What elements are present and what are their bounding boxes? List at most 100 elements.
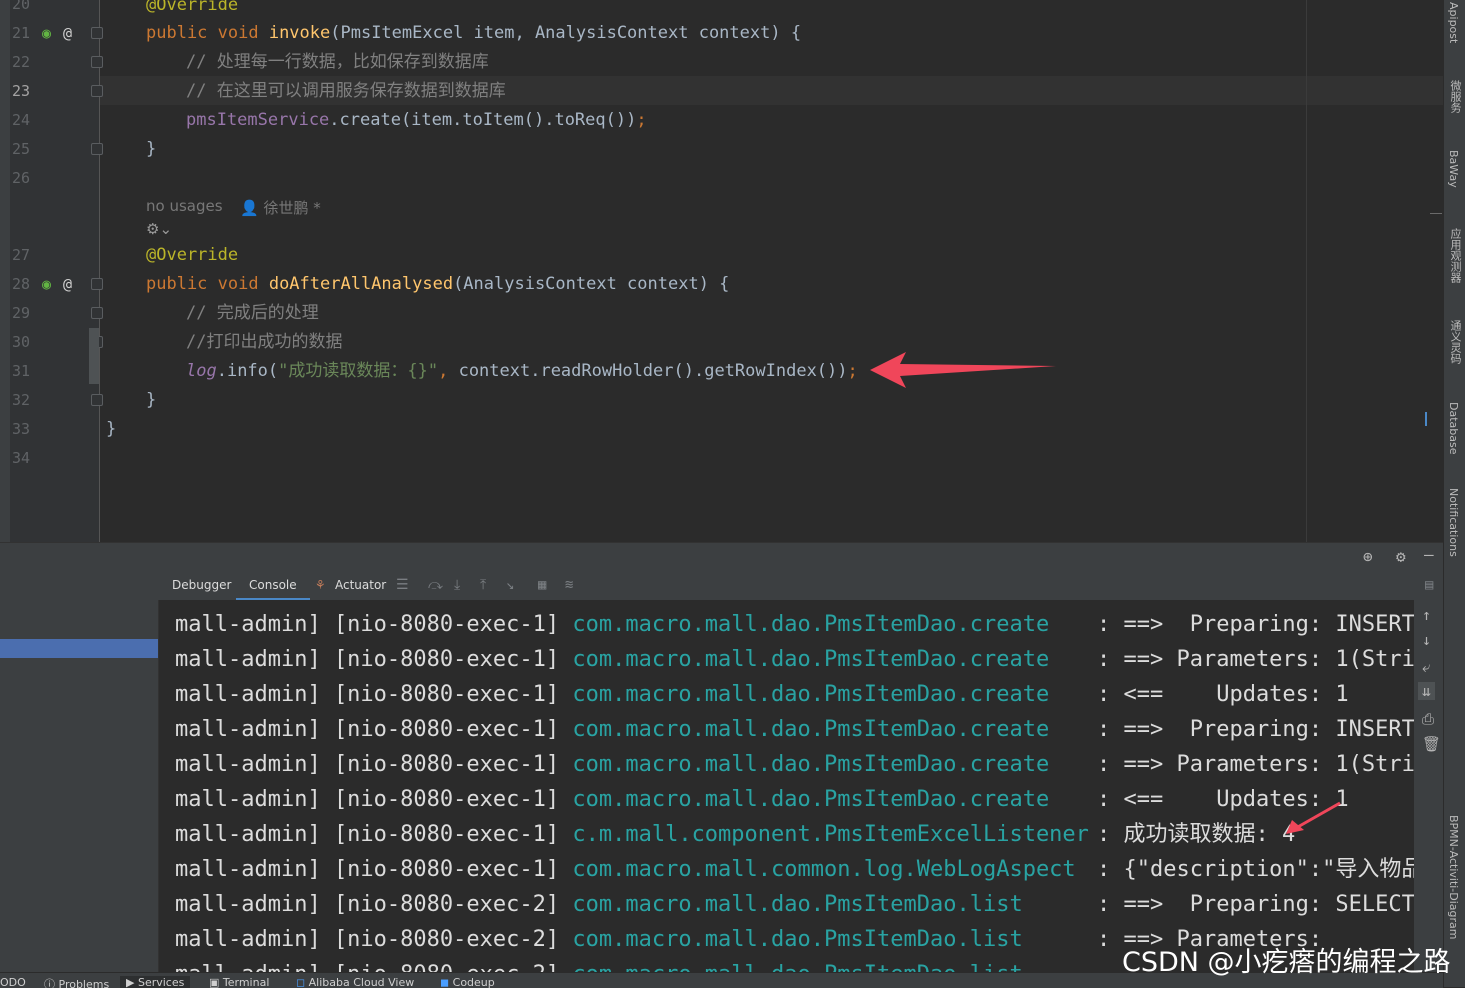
tool-alibaba-cloud[interactable]: ◻ Alibaba Cloud View (296, 976, 414, 988)
change-marker (89, 328, 99, 384)
tool-problems[interactable]: ⓘ Problems (44, 976, 109, 988)
tab-debugger[interactable]: Debugger (172, 570, 231, 600)
implements-method-icon[interactable]: ◉ (42, 23, 51, 43)
log-line: mall-admin] [nio-8080-exec-2] com.macro.… (175, 925, 1023, 955)
globe-icon[interactable]: ⊕ (1363, 547, 1373, 566)
arrow-up-icon[interactable]: ↑ (1422, 606, 1431, 624)
log-logger[interactable]: c.m.mall.component.PmsItemExcelListener (572, 822, 1089, 847)
log-logger[interactable]: com.macro.mall.dao.PmsItemDao.list (572, 892, 1022, 917)
fold-marker[interactable] (91, 307, 103, 319)
evaluate-icon[interactable]: ▦ (538, 576, 546, 594)
trace-icon[interactable]: ≋ (565, 576, 573, 594)
log-message: : ==> Parameters: 1(Strin (1097, 752, 1414, 777)
line-number: 34 (12, 449, 31, 467)
scroll-to-end-icon[interactable]: ⇊ (1418, 682, 1436, 700)
selected-service-row[interactable] (0, 639, 158, 658)
tool-todo[interactable]: ODO (0, 976, 26, 988)
tool-terminal[interactable]: ▣ Terminal (209, 976, 269, 988)
log-logger[interactable]: com.macro.mall.dao.PmsItemDao.create (572, 612, 1049, 637)
tab-actuator[interactable]: Actuator (335, 570, 386, 600)
fold-marker[interactable] (91, 85, 103, 97)
line-number: 32 (12, 391, 31, 409)
line-number: 20 (12, 0, 31, 13)
log-logger[interactable]: com.macro.mall.dao.PmsItemDao.list (572, 962, 1022, 972)
line-number: 29 (12, 304, 31, 322)
author-hint[interactable]: 👤 徐世鹏 * (240, 197, 321, 218)
gear-icon[interactable]: ⚙ (1396, 547, 1406, 566)
tool-tab-notifications[interactable]: Notifications (1447, 488, 1460, 557)
fold-marker[interactable] (91, 56, 103, 68)
arrow-down-icon[interactable]: ↓ (1422, 631, 1431, 649)
console-output[interactable]: mall-admin] [nio-8080-exec-1] com.macro.… (159, 600, 1414, 972)
log-line: mall-admin] [nio-8080-exec-1] com.macro.… (175, 680, 1049, 710)
log-line: mall-admin] [nio-8080-exec-2] com.macro.… (175, 890, 1023, 920)
comma: , (438, 361, 459, 381)
menu-icon[interactable]: ☰ (396, 576, 409, 594)
fold-marker[interactable] (91, 143, 103, 155)
log-logger[interactable]: com.macro.mall.dao.PmsItemDao.create (572, 752, 1049, 777)
tool-tab-app-observer[interactable]: 应用观测器 (1447, 228, 1463, 283)
tool-codeup[interactable]: ◼ Codeup (440, 976, 495, 988)
minimize-icon[interactable]: — (1424, 545, 1434, 564)
log-line: mall-admin] [nio-8080-exec-1] com.macro.… (175, 715, 1049, 745)
services-tree[interactable] (0, 600, 159, 972)
log-logger[interactable]: com.macro.mall.dao.PmsItemDao.list (572, 927, 1022, 952)
user-icon: 👤 (240, 199, 259, 217)
step-over-icon[interactable]: ⤼ (428, 576, 443, 594)
code-line-27: @Override (146, 245, 239, 265)
ai-inline-icon[interactable]: ⚙⌄ (146, 220, 172, 238)
semicolon: ; (847, 361, 858, 381)
log-logger[interactable]: com.macro.mall.dao.PmsItemDao.create (572, 717, 1049, 742)
annotation-icon[interactable]: @ (63, 23, 72, 43)
line-number: 27 (12, 246, 31, 264)
fold-marker[interactable] (91, 27, 103, 39)
tool-tab-database[interactable]: Database (1447, 402, 1460, 455)
method-signature: (AnalysisContext context) { (453, 274, 730, 294)
tool-services[interactable]: ▶ Services (120, 976, 191, 988)
trash-icon[interactable]: 🗑 (1422, 735, 1441, 753)
layout-icon[interactable]: ▤ (1425, 576, 1433, 594)
call-args: context.readRowHolder().getRowIndex()) (458, 361, 848, 381)
tool-tab-microservice[interactable]: 微服务 (1447, 80, 1463, 113)
run-to-cursor-icon[interactable]: ↘ (506, 576, 514, 594)
log-message: : <== Updates: 1 (1097, 682, 1349, 707)
scroll-marker (1425, 412, 1427, 426)
log-line: mall-admin] [nio-8080-exec-1] com.macro.… (175, 855, 1076, 885)
log-message: : {"description":"导入物品 (1097, 857, 1414, 882)
log-line: mall-admin] [nio-8080-exec-1] com.macro.… (175, 785, 1049, 815)
step-out-icon[interactable]: ⤒ (480, 576, 486, 594)
tab-console[interactable]: Console (236, 570, 310, 600)
step-into-icon[interactable]: ⤓ (454, 576, 460, 594)
log-app: mall-admin] [nio-8080-exec-2] (175, 927, 573, 952)
tool-tab-apipost[interactable]: Apipost (1447, 2, 1460, 43)
log-app: mall-admin] [nio-8080-exec-1] (175, 612, 573, 637)
tool-tab-baway[interactable]: BaWay (1447, 150, 1460, 188)
print-icon[interactable]: ⎙ (1422, 710, 1434, 728)
log-line: mall-admin] [nio-8080-exec-1] c.m.mall.c… (175, 820, 1089, 850)
method-name: doAfterAllAnalysed (268, 274, 454, 294)
log-logger[interactable]: com.macro.mall.dao.PmsItemDao.create (572, 787, 1049, 812)
log-app: mall-admin] [nio-8080-exec-2] (175, 892, 573, 917)
right-margin-guide (1306, 0, 1307, 542)
code-editor[interactable]: 20 21 22 23 24 25 26 27 28 29 30 31 32 3… (0, 0, 1443, 542)
annotation-icon[interactable]: @ (63, 274, 72, 294)
scroll-marker (1430, 213, 1442, 214)
implements-method-icon[interactable]: ◉ (42, 274, 51, 294)
line-number: 24 (12, 111, 31, 129)
editor-gutter: 20 21 22 23 24 25 26 27 28 29 30 31 32 3… (0, 0, 103, 542)
log-logger[interactable]: com.macro.mall.dao.PmsItemDao.create (572, 647, 1049, 672)
tool-tab-tongyi[interactable]: 通义灵码 (1447, 320, 1463, 364)
tool-tab-bpmn[interactable]: BPMN-Activiti-Diagram (1447, 815, 1460, 940)
fold-marker[interactable] (91, 278, 103, 290)
code-line-33: } (106, 419, 117, 439)
right-tool-sidebar: Apipost 微服务 BaWay 应用观测器 通义灵码 Database No… (1443, 0, 1465, 987)
log-logger[interactable]: com.macro.mall.common.log.WebLogAspect (572, 857, 1075, 882)
line-number: 31 (12, 362, 31, 380)
soft-wrap-icon[interactable]: ⤶ (1422, 658, 1430, 676)
code-line-30: //打印出成功的数据 (186, 332, 343, 352)
csdn-watermark: CSDN @小疙瘩的编程之路 (1122, 947, 1451, 978)
actuator-icon: ⚘ (316, 577, 325, 593)
log-logger[interactable]: com.macro.mall.dao.PmsItemDao.create (572, 682, 1049, 707)
usages-hint[interactable]: no usages (146, 197, 223, 215)
fold-marker[interactable] (91, 394, 103, 406)
